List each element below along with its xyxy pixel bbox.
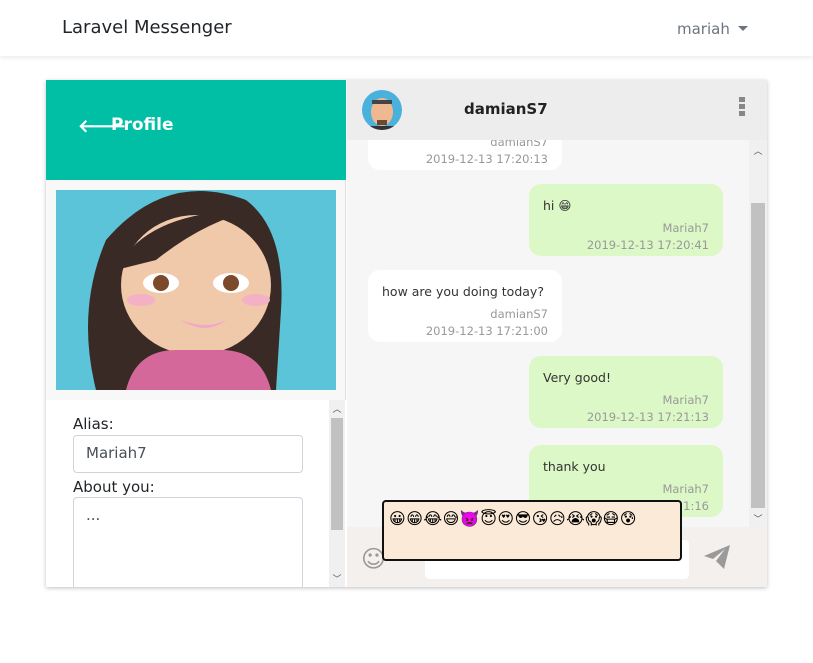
about-label: About you: [73,478,155,496]
emoji-option[interactable]: 😱 [585,509,602,528]
scrollbar-thumb[interactable] [331,418,343,530]
message-list: damianS7 2019-12-13 17:20:13 hi 😁 Mariah… [347,140,767,527]
alias-input[interactable]: Mariah7 [73,435,303,473]
user-menu[interactable]: mariah [677,20,748,38]
send-icon[interactable] [703,544,731,574]
profile-panel: 🡐 Profile Alias: Mariah7 About you: ... … [46,80,346,587]
contact-avatar[interactable] [362,90,402,130]
caret-down-icon [737,26,748,31]
scroll-down-icon[interactable]: ﹀ [329,572,345,585]
profile-picture[interactable] [56,190,336,390]
emoji-option[interactable]: 👿 [460,509,480,528]
scroll-up-icon[interactable]: ︿ [749,144,767,157]
profile-header: 🡐 Profile [46,80,346,180]
emoji-option[interactable]: 😥 [549,509,566,528]
more-options-icon[interactable] [739,97,745,118]
message-text: hi 😁 [543,198,572,213]
message-author: damianS7 [490,307,548,321]
emoji-option[interactable]: 😍 [497,509,514,528]
brand[interactable]: Laravel Messenger [62,17,232,38]
message-author: Mariah7 [662,221,709,235]
navbar: Laravel Messenger mariah [0,0,813,56]
message-bubble: damianS7 2019-12-13 17:20:13 [368,140,562,170]
emoji-option[interactable]: 😂 [423,509,442,528]
profile-form: Alias: Mariah7 About you: ... ︿ ﹀ [46,400,346,587]
message-bubble: hi 😁 Mariah7 2019-12-13 17:20:41 [529,184,723,256]
message-time: 2019-12-13 17:20:13 [425,152,548,166]
emoji-picker: 😀😁😂😅👿😇😍😎😘😥😭😱😷😰 [382,500,682,561]
contact-name: damianS7 [464,100,548,118]
message-author: Mariah7 [662,482,709,496]
scroll-down-icon[interactable]: ﹀ [749,512,767,525]
alias-label: Alias: [73,415,114,433]
emoji-option[interactable]: 😭 [566,509,585,528]
messenger-card: 🡐 Profile Alias: Mariah7 About you: ... … [46,80,767,587]
emoji-option[interactable]: 😀 [389,509,406,528]
message-text: thank you [543,459,606,474]
scroll-up-icon[interactable]: ︿ [329,402,345,415]
profile-scrollbar[interactable]: ︿ ﹀ [329,400,345,587]
message-text: Very good! [543,370,611,385]
message-author: Mariah7 [662,393,709,407]
message-time: 2019-12-13 17:21:13 [586,410,709,424]
emoji-option[interactable]: 😅 [443,509,460,528]
about-textarea[interactable]: ... [73,497,303,587]
scrollbar-thumb[interactable] [751,203,765,508]
message-bubble: Very good! Mariah7 2019-12-13 17:21:13 [529,356,723,428]
emoji-option[interactable]: 😷 [603,509,620,528]
emoji-option[interactable]: 😰 [620,509,637,528]
emoji-option[interactable]: 😎 [515,509,532,528]
chat-scrollbar[interactable]: ︿ ﹀ [749,140,767,527]
emoji-option[interactable]: 😇 [480,509,497,528]
message-author: damianS7 [490,140,548,149]
profile-title: Profile [111,115,174,135]
message-time: 2019-12-13 17:20:41 [586,238,709,252]
emoji-option[interactable]: 😘 [532,509,549,528]
message-text: how are you doing today? [382,284,544,299]
emoji-option[interactable]: 😁 [406,509,423,528]
message-bubble: how are you doing today? damianS7 2019-1… [368,270,562,342]
chat-header: damianS7 [347,80,767,140]
message-time: 2019-12-13 17:21:00 [425,324,548,338]
user-name: mariah [677,20,730,38]
